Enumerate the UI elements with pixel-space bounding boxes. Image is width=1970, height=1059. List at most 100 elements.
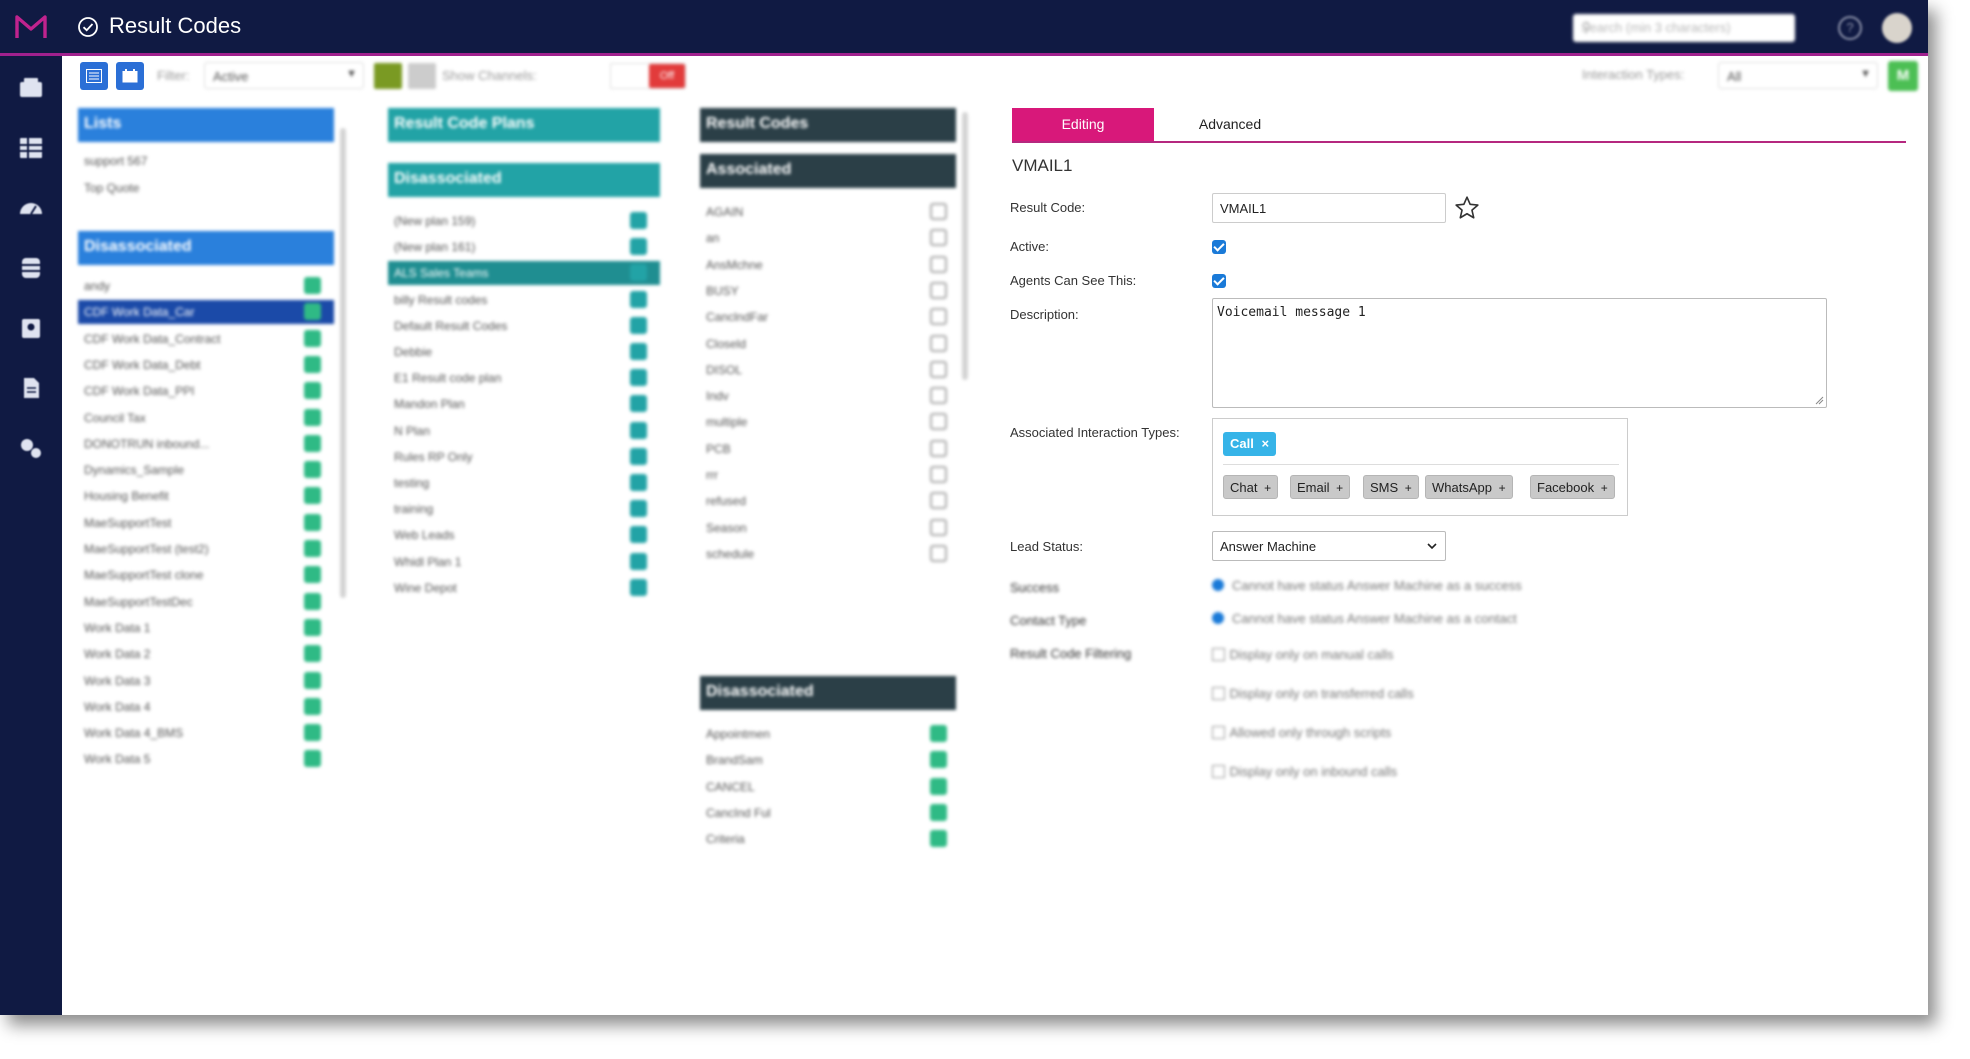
lead-status-select[interactable]: Answer Machine [1212,531,1446,561]
export-button[interactable]: M [1888,61,1918,91]
associate-button[interactable] [304,355,321,373]
resize-handle-icon[interactable] [1815,396,1824,405]
edit-button[interactable] [630,421,647,439]
list-item[interactable]: E1 Result code plan [388,366,660,390]
filter-option-1[interactable]: Display only on manual calls [1212,646,1393,664]
star-icon[interactable] [1454,195,1480,221]
dashboard-icon[interactable] [18,196,44,220]
disassociate-button[interactable] [930,492,947,510]
contacts-icon[interactable] [18,316,44,340]
associate-button[interactable] [930,777,947,795]
filter-checkbox[interactable] [1212,687,1225,701]
associate-button[interactable] [304,513,321,531]
table-icon[interactable] [18,136,44,160]
contact-type-radio[interactable] [1212,612,1224,624]
disassociate-button[interactable] [930,360,947,378]
associate-button[interactable] [304,671,321,689]
edit-button[interactable] [630,395,647,413]
list-item[interactable]: CDF Work Data_PPI [78,379,334,403]
associate-button[interactable] [304,592,321,610]
disassociate-button[interactable] [930,466,947,483]
list-item[interactable]: support 567 [84,154,147,168]
list-item[interactable]: Mandon Plan [388,392,660,416]
list-item[interactable]: schedule [700,542,956,566]
list-item[interactable]: Housing Benefit [78,484,334,508]
inbox-icon[interactable] [18,76,44,100]
list-item[interactable]: MaeSupportTest clone [78,563,334,587]
search-input[interactable]: Search (min 3 characters) ⚲ [1573,14,1795,42]
list-item[interactable]: Criteria [700,827,956,851]
codes-scrollbar[interactable] [962,112,968,380]
associate-button[interactable] [304,645,321,663]
disassociate-button[interactable] [930,439,947,457]
associate-button[interactable] [304,697,321,715]
edit-button[interactable] [630,264,647,282]
list-item[interactable]: Debbie [388,340,660,364]
list-item[interactable]: CDF Work Data_Debt [78,353,334,377]
edit-button[interactable] [630,526,647,544]
list-item[interactable]: Default Result Codes [388,314,660,338]
edit-button[interactable] [630,238,647,256]
list-item[interactable]: Indv [700,384,956,408]
associate-button[interactable] [304,750,321,768]
associate-button[interactable] [304,277,321,294]
associate-button[interactable] [304,329,321,347]
list-item[interactable]: PCB [700,437,956,461]
list-item[interactable]: refused [700,489,956,513]
disassociate-button[interactable] [930,387,947,405]
available-type-facebook[interactable]: Facebook + [1530,475,1615,499]
search-icon[interactable]: ⚲ [1581,19,1787,36]
list-item[interactable]: CANCEL [700,775,956,799]
disassociate-button[interactable] [930,334,947,352]
lists-scrollbar[interactable] [340,128,346,598]
list-item[interactable]: Web Leads [388,523,660,547]
filter-option-3[interactable]: Allowed only through scripts [1212,724,1391,742]
list-item[interactable]: Wine Depot [388,576,660,600]
list-item[interactable]: CDF Work Data_Car [78,300,334,325]
list-item[interactable]: AnsMchne [700,253,956,277]
list-item[interactable]: AGAIN [700,200,956,224]
list-item[interactable]: Work Data 4_BMS [78,721,334,745]
list-item[interactable]: Work Data 1 [78,616,334,640]
disassociate-button[interactable] [930,518,947,536]
associate-button[interactable] [930,830,947,848]
list-item[interactable]: DISOL [700,358,956,382]
success-radio[interactable] [1212,579,1224,591]
tab-editing[interactable]: Editing [1012,108,1154,141]
list-item[interactable]: an [700,226,956,250]
disassociate-button[interactable] [930,281,947,299]
list-item[interactable]: BrandSam [700,748,956,772]
edit-button[interactable] [630,552,647,570]
result-code-input[interactable]: VMAIL1 [1212,193,1446,223]
list-item[interactable]: multiple [700,410,956,434]
list-item[interactable]: rrr [700,463,956,487]
agents-checkbox[interactable] [1212,274,1226,288]
associate-button[interactable] [930,725,947,742]
help-icon[interactable]: ? [1838,16,1862,40]
list-item[interactable]: ALS Sales Teams [388,261,660,286]
list-item[interactable]: Closeld [700,332,956,356]
available-type-whatsapp[interactable]: WhatsApp + [1425,475,1513,499]
filter-apply-button[interactable] [374,63,402,89]
edit-button[interactable] [630,474,647,491]
disassociate-button[interactable] [930,308,947,326]
user-avatar[interactable] [1882,13,1912,43]
filter-select[interactable]: Active ▼ [204,62,364,89]
list-item[interactable]: Work Data 4 [78,695,334,719]
list-item[interactable]: Dynamics_Sample [78,458,334,482]
filter-checkbox[interactable] [1212,765,1225,779]
associate-button[interactable] [304,724,321,742]
edit-button[interactable] [630,369,647,387]
disassociate-button[interactable] [930,413,947,431]
remove-icon[interactable]: × [1261,436,1269,451]
selected-type-call[interactable]: Call × [1223,432,1277,456]
list-item[interactable]: Work Data 2 [78,642,334,666]
associate-button[interactable] [304,540,321,557]
edit-button[interactable] [630,578,647,596]
available-type-email[interactable]: Email + [1290,475,1351,499]
list-item[interactable]: Work Data 5 [78,747,334,771]
edit-button[interactable] [630,447,647,465]
description-textarea[interactable]: Voicemail message 1 [1212,298,1827,408]
filter-checkbox[interactable] [1212,726,1225,740]
document-icon[interactable] [18,376,44,400]
